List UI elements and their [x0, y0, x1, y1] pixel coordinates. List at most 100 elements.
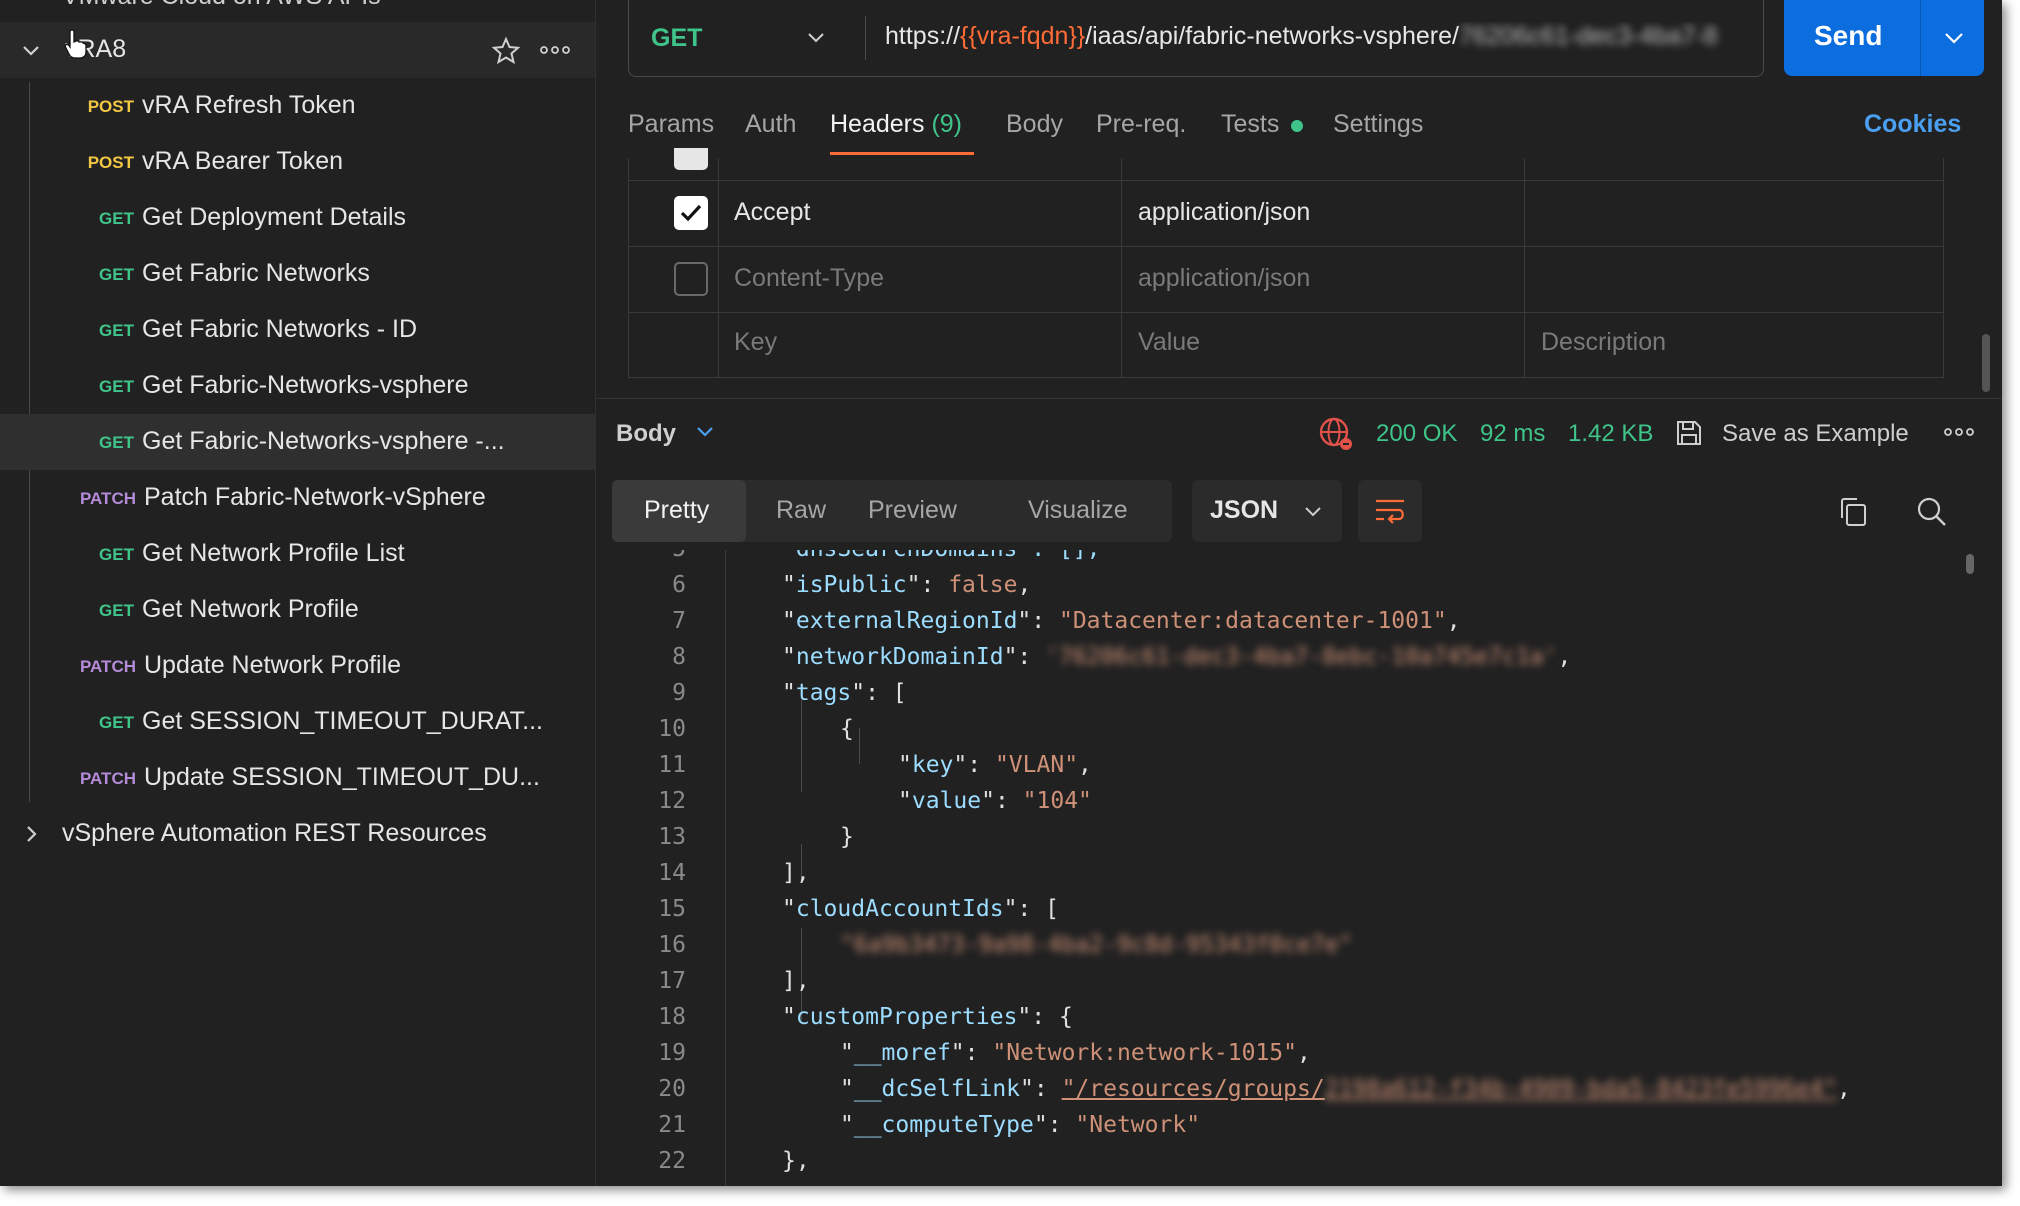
collection-vsphere-automation[interactable]: vSphere Automation REST Resources [0, 806, 595, 862]
editor-scrollbar-thumb[interactable] [1966, 554, 1974, 574]
response-section-label[interactable]: Body [616, 420, 676, 448]
chevron-down-icon[interactable] [805, 28, 827, 48]
wrap-lines-icon [1376, 499, 1404, 524]
header-checkbox-content-type[interactable] [674, 262, 708, 296]
header-key[interactable]: Content-Type [734, 264, 884, 293]
punctuation: ": [1033, 1112, 1076, 1138]
line-number: 15 [658, 896, 686, 922]
new-value-input[interactable]: Value [1138, 328, 1200, 357]
send-button[interactable]: Send [1784, 0, 1984, 76]
request-name: Update SESSION_TIMEOUT_DU... [144, 763, 540, 791]
collection-vra8[interactable]: vRA8 [0, 22, 595, 78]
request-item[interactable]: PATCH Update Network Profile [0, 638, 595, 694]
view-visualize[interactable]: Visualize [1028, 496, 1128, 525]
search-icon[interactable] [1916, 496, 1948, 528]
method-badge: PATCH [79, 489, 136, 508]
response-time[interactable]: 92 ms [1480, 420, 1545, 448]
url-id-blurred: 76206c61-dec3-4ba7-8 [1458, 22, 1718, 50]
punctuation: ": [851, 680, 893, 706]
code-line: ], [782, 860, 810, 886]
tab-auth[interactable]: Auth [745, 110, 796, 139]
request-name: vRA Refresh Token [142, 91, 356, 119]
method-select[interactable]: GET [651, 24, 702, 53]
format-select[interactable]: JSON [1192, 480, 1342, 542]
tab-prereq[interactable]: Pre-req. [1096, 110, 1186, 139]
line-number: 8 [672, 644, 686, 670]
main-panel: GET https://{{vra-fqdn}}/iaas/api/fabric… [596, 0, 2002, 1186]
tab-tests[interactable]: Tests [1221, 110, 1279, 139]
url-prefix: https:// [885, 22, 961, 50]
request-item[interactable]: PATCH Update SESSION_TIMEOUT_DU... [0, 750, 595, 806]
request-item[interactable]: GET Get Fabric-Networks-vsphere -... [0, 414, 595, 470]
request-item[interactable]: GET Get Fabric Networks - ID [0, 302, 595, 358]
header-key[interactable]: Accept [734, 198, 810, 227]
collection-clipped[interactable]: VMware Cloud on AWS APIs [62, 0, 381, 11]
indent-guide [859, 728, 860, 764]
header-value[interactable]: application/json [1138, 198, 1310, 227]
json-value: { [1058, 1004, 1073, 1030]
json-key: externalRegionId [795, 608, 1018, 634]
request-item[interactable]: GET Get Fabric-Networks-vsphere [0, 358, 595, 414]
new-description-input[interactable]: Description [1541, 328, 1666, 357]
checkbox-clipped[interactable] [674, 148, 708, 170]
punctuation: , [1296, 1040, 1311, 1066]
response-body-editor[interactable]: "dnsSearchDomains": [], 5 6"isPublic": f… [596, 550, 2002, 1186]
tab-headers-label: Headers [830, 110, 925, 138]
chevron-down-icon[interactable] [20, 40, 42, 62]
json-value: ], [782, 968, 810, 994]
scrollbar-thumb[interactable] [1982, 334, 1990, 392]
code-line: "__moref": "Network:network-1015", [840, 1040, 1311, 1066]
request-item[interactable]: POST vRA Bearer Token [0, 134, 595, 190]
line-number: 13 [658, 824, 686, 850]
code-line: "__dcSelfLink": "/resources/groups/2198a… [840, 1076, 1851, 1102]
view-pretty[interactable]: Pretty [644, 496, 709, 525]
cookies-link[interactable]: Cookies [1864, 110, 1961, 139]
request-item[interactable]: GET Get SESSION_TIMEOUT_DURAT... [0, 694, 595, 750]
line-number: 11 [658, 752, 686, 778]
request-item[interactable]: GET Get Fabric Networks [0, 246, 595, 302]
copy-icon[interactable] [1838, 496, 1868, 528]
checkmark-icon [680, 204, 702, 222]
punctuation: " [782, 608, 796, 634]
pane-divider[interactable] [596, 398, 2002, 399]
url-path: /iaas/api/fabric-networks-vsphere/ [1085, 22, 1459, 50]
request-item[interactable]: PATCH Patch Fabric-Network-vSphere [0, 470, 595, 526]
save-icon[interactable] [1674, 418, 1704, 448]
code-line: "customProperties": { [782, 1004, 1073, 1030]
response-size[interactable]: 1.42 KB [1568, 420, 1653, 448]
chevron-right-icon[interactable] [20, 823, 42, 845]
json-value: [ [1045, 896, 1059, 922]
divider [1920, 0, 1921, 76]
line-number-clipped: 5 [596, 550, 686, 562]
more-options-icon[interactable] [540, 44, 570, 56]
url-input[interactable]: https://{{vra-fqdn}}/iaas/api/fabric-net… [885, 22, 1755, 56]
chevron-down-icon[interactable] [694, 422, 716, 442]
chevron-down-icon[interactable] [1942, 28, 1966, 48]
request-item[interactable]: GET Get Network Profile List [0, 526, 595, 582]
tab-settings[interactable]: Settings [1333, 110, 1423, 139]
punctuation: , [1837, 1076, 1851, 1102]
tab-params[interactable]: Params [628, 110, 714, 139]
view-raw[interactable]: Raw [776, 496, 826, 525]
wrap-lines-button[interactable] [1358, 480, 1422, 542]
new-key-input[interactable]: Key [734, 328, 777, 357]
tab-headers-count: (9) [931, 110, 963, 138]
star-icon[interactable] [491, 36, 521, 66]
line-number: 17 [658, 968, 686, 994]
header-checkbox-accept[interactable] [674, 196, 708, 230]
header-value[interactable]: application/json [1138, 264, 1310, 293]
status-code[interactable]: 200 OK [1376, 420, 1457, 448]
save-as-example-button[interactable]: Save as Example [1722, 420, 1909, 448]
request-item[interactable]: POST vRA Refresh Token [0, 78, 595, 134]
tab-body[interactable]: Body [1006, 110, 1063, 139]
more-options-icon[interactable] [1944, 426, 1974, 438]
json-value: [ [892, 680, 907, 706]
view-preview[interactable]: Preview [868, 496, 957, 525]
request-item[interactable]: GET Get Network Profile [0, 582, 595, 638]
request-item[interactable]: GET Get Deployment Details [0, 190, 595, 246]
globe-error-icon[interactable] [1318, 416, 1354, 452]
line-number: 12 [658, 788, 686, 814]
postman-window: VMware Cloud on AWS APIs vRA8 POST vRA Re… [0, 0, 2002, 1186]
indent-guide [801, 700, 802, 792]
tab-headers[interactable]: Headers (9) [830, 110, 962, 139]
